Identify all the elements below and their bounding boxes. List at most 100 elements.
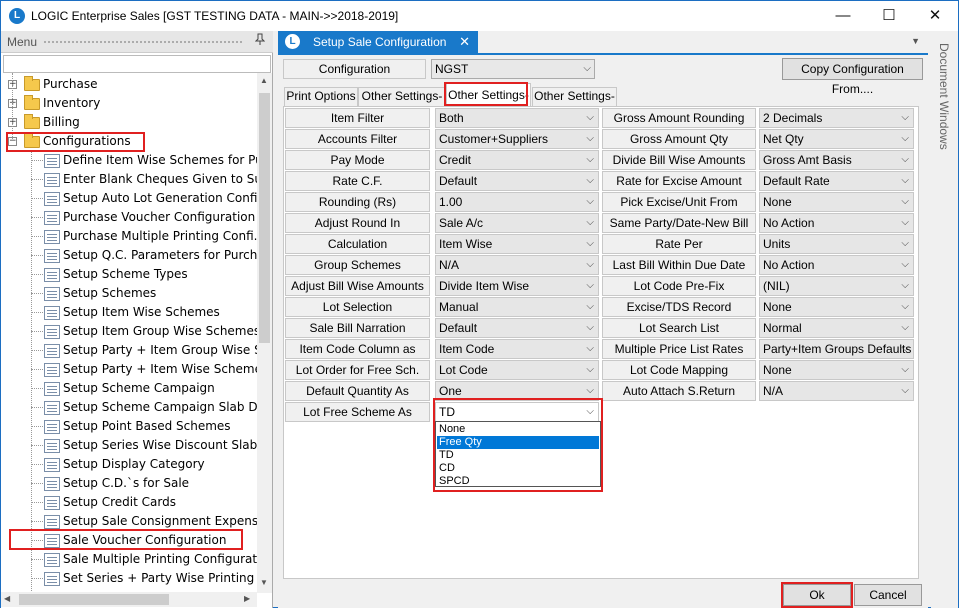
setting-select[interactable]: 2 Decimals ⌵ <box>759 108 914 128</box>
chevron-down-icon: ⌵ <box>586 196 594 207</box>
cancel-button[interactable]: Cancel <box>854 584 922 606</box>
menu-subitem[interactable]: Setup Scheme Types <box>1 265 257 284</box>
setting-label: Sale Bill Narration <box>285 318 430 338</box>
form-icon <box>44 572 60 586</box>
setting-label: Item Filter <box>285 108 430 128</box>
menu-subitem[interactable]: Define Item Wise Schemes for Pu... <box>1 151 257 170</box>
maximize-button[interactable]: ☐ <box>866 1 912 31</box>
setting-label-text: Pick Excise/Unit From <box>620 195 738 209</box>
setting-select[interactable]: Default ⌵ <box>435 318 599 338</box>
menu-subitem[interactable]: Setup Display Category <box>1 455 257 474</box>
configuration-select[interactable]: NGST ⌵ <box>431 59 595 79</box>
menu-vertical-scrollbar[interactable]: ▲ ▼ <box>257 73 272 593</box>
menu-subitem[interactable]: Enter Blank Cheques Given to Su... <box>1 170 257 189</box>
setting-label: Accounts Filter <box>285 129 430 149</box>
menu-item-inventory[interactable]: + Inventory <box>1 94 257 113</box>
menu-item-label: Inventory <box>43 96 101 110</box>
setting-select[interactable]: Item Wise ⌵ <box>435 234 599 254</box>
menu-panel: Menu + Purchase + Inventory + Billing − Configu… <box>1 31 273 608</box>
setting-select[interactable]: Sale A/c ⌵ <box>435 213 599 233</box>
setting-select[interactable]: Net Qty ⌵ <box>759 129 914 149</box>
menu-item-purchase[interactable]: + Purchase <box>1 75 257 94</box>
pin-icon[interactable] <box>254 33 266 48</box>
setting-select[interactable]: Lot Code ⌵ <box>435 360 599 380</box>
menu-subitem[interactable]: Setup Item Group Wise Schemes <box>1 322 257 341</box>
tree-connector <box>31 255 43 256</box>
close-tab-icon[interactable]: ✕ <box>459 34 470 50</box>
setting-label: Pay Mode <box>285 150 430 170</box>
menu-subitem[interactable]: Purchase Voucher Configuration <box>1 208 257 227</box>
setting-select[interactable]: Normal ⌵ <box>759 318 914 338</box>
configurations-highlight <box>6 132 145 152</box>
tab-list-dropdown-icon[interactable]: ▼ <box>911 36 920 46</box>
setting-select[interactable]: 1.00 ⌵ <box>435 192 599 212</box>
menu-subitem[interactable]: Setup Schemes <box>1 284 257 303</box>
tree-connector <box>31 179 43 180</box>
menu-subitem[interactable]: Sale Multiple Printing Configurati... <box>1 550 257 569</box>
menu-subitem[interactable]: Setup Series Wise Discount Slabs <box>1 436 257 455</box>
setting-label: Lot Selection <box>285 297 430 317</box>
chevron-down-icon: ⌵ <box>901 385 909 396</box>
setting-select[interactable]: No Action ⌵ <box>759 213 914 233</box>
setting-select[interactable]: Divide Item Wise ⌵ <box>435 276 599 296</box>
tab-other-settings-1[interactable]: Other Settings-1 <box>358 87 446 120</box>
setting-select[interactable]: Default Rate ⌵ <box>759 171 914 191</box>
setting-select[interactable]: Default ⌵ <box>435 171 599 191</box>
setting-select[interactable]: None ⌵ <box>759 192 914 212</box>
menu-subitem[interactable]: Setup Party + Item Wise Schemes <box>1 360 257 379</box>
menu-scroll-thumb[interactable] <box>259 93 270 343</box>
scroll-left-icon[interactable]: ◀ <box>4 594 10 603</box>
tab-other-settings-3[interactable]: Other Settings-3 <box>532 87 617 120</box>
menu-subitem[interactable]: Setup Scheme Campaign <box>1 379 257 398</box>
menu-search-input[interactable] <box>3 55 271 73</box>
setting-select[interactable]: Customer+Suppliers ⌵ <box>435 129 599 149</box>
scroll-up-icon[interactable]: ▲ <box>260 76 268 85</box>
document-windows-strip[interactable]: Document Windows <box>931 31 958 608</box>
setting-select[interactable]: Credit ⌵ <box>435 150 599 170</box>
setting-label: Last Bill Within Due Date <box>602 255 756 275</box>
menu-subitem[interactable]: Purchase Multiple Printing Confi... <box>1 227 257 246</box>
menu-hscroll-thumb[interactable] <box>19 594 169 605</box>
minimize-button[interactable]: — <box>820 1 866 31</box>
menu-subitem[interactable]: Setup C.D.`s for Sale <box>1 474 257 493</box>
menu-subitem[interactable]: Setup Point Based Schemes <box>1 417 257 436</box>
setting-label-text: Lot Order for Free Sch. <box>295 363 420 377</box>
setting-label-text: Adjust Round In <box>314 216 401 230</box>
scroll-down-icon[interactable]: ▼ <box>260 578 268 587</box>
setting-label-text: Lot Selection <box>322 300 393 314</box>
scroll-right-icon[interactable]: ▶ <box>244 594 250 603</box>
setting-select[interactable]: Units ⌵ <box>759 234 914 254</box>
tree-connector <box>31 388 43 389</box>
copy-configuration-button[interactable]: Copy Configuration From.... <box>782 58 923 96</box>
setting-select[interactable]: (NIL) ⌵ <box>759 276 914 296</box>
setting-select[interactable]: No Action ⌵ <box>759 255 914 275</box>
setting-select[interactable]: Gross Amt Basis ⌵ <box>759 150 914 170</box>
menu-subitem-label: Enter Blank Cheques Given to Su... <box>63 172 257 186</box>
tab-print-options[interactable]: Print Options <box>284 87 358 106</box>
setting-select[interactable]: None ⌵ <box>759 297 914 317</box>
menu-item-billing[interactable]: + Billing <box>1 113 257 132</box>
setting-select[interactable]: N/A ⌵ <box>759 381 914 401</box>
menu-subitem[interactable]: Setup Party + Item Group Wise S... <box>1 341 257 360</box>
setting-select[interactable]: Item Code ⌵ <box>435 339 599 359</box>
tree-connector <box>31 464 43 465</box>
menu-subitem[interactable]: Setup Item Wise Schemes <box>1 303 257 322</box>
menu-subitem[interactable]: Setup Credit Cards <box>1 493 257 512</box>
setting-label: Group Schemes <box>285 255 430 275</box>
menu-subitem[interactable]: Setup Q.C. Parameters for Purcha... <box>1 246 257 265</box>
close-button[interactable]: ✕ <box>912 1 958 31</box>
setting-select[interactable]: N/A ⌵ <box>435 255 599 275</box>
folder-icon <box>24 114 40 129</box>
setting-select[interactable]: Party+Item Groups Defaults ⌵ <box>759 339 914 359</box>
setting-select-text: Default Rate <box>763 174 830 188</box>
menu-subitem[interactable]: Setup Auto Lot Generation Confi... <box>1 189 257 208</box>
menu-header: Menu <box>1 31 273 53</box>
setting-select[interactable]: Both ⌵ <box>435 108 599 128</box>
setting-label-text: Last Bill Within Due Date <box>612 258 746 272</box>
setting-select[interactable]: None ⌵ <box>759 360 914 380</box>
menu-subitem[interactable]: Set Series + Party Wise Printing <box>1 569 257 588</box>
menu-subitem[interactable]: Setup Scheme Campaign Slab D... <box>1 398 257 417</box>
tab-setup-sale-configuration[interactable]: L Setup Sale Configuration ✕ <box>278 31 478 53</box>
menu-horizontal-scrollbar[interactable]: ◀ ▶ <box>1 592 257 607</box>
setting-select[interactable]: Manual ⌵ <box>435 297 599 317</box>
